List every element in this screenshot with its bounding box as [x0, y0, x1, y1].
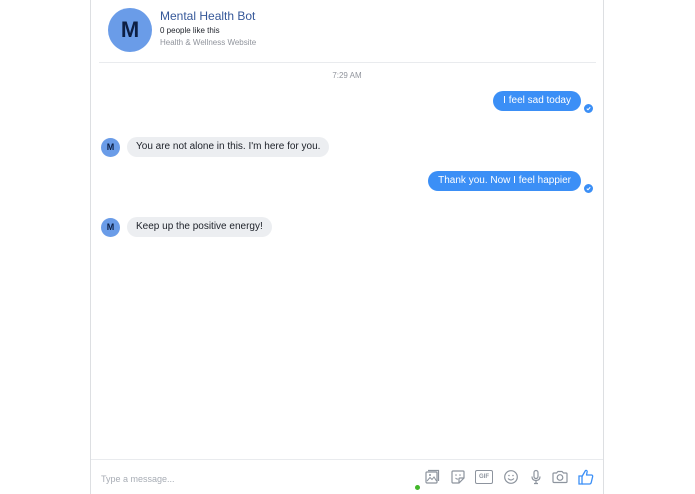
gif-icon[interactable]: GIF — [475, 468, 493, 486]
seen-check-icon — [584, 184, 593, 193]
gif-label: GIF — [475, 470, 493, 484]
page-category: Health & Wellness Website — [160, 38, 257, 47]
conversation-header: M Mental Health Bot 0 people like this H… — [99, 0, 596, 63]
page-avatar[interactable]: M — [108, 8, 152, 52]
outgoing-message[interactable]: Thank you. Now I feel happier — [428, 171, 581, 191]
messenger-window: M Mental Health Bot 0 people like this H… — [90, 0, 604, 494]
sticker-icon[interactable] — [449, 468, 467, 486]
message-input[interactable] — [99, 470, 403, 488]
bot-avatar[interactable]: M — [101, 138, 120, 157]
photo-icon[interactable] — [423, 468, 441, 486]
conversation-timestamp: 7:29 AM — [332, 71, 362, 80]
seen-check-icon — [584, 104, 593, 113]
thumbs-up-icon[interactable] — [577, 468, 595, 486]
outgoing-message[interactable]: I feel sad today — [493, 91, 581, 111]
page-name[interactable]: Mental Health Bot — [160, 9, 255, 23]
incoming-message[interactable]: You are not alone in this. I'm here for … — [127, 137, 330, 157]
incoming-message[interactable]: Keep up the positive energy! — [127, 217, 272, 237]
microphone-icon[interactable] — [527, 468, 545, 486]
online-status-dot — [415, 485, 420, 490]
camera-icon[interactable] — [551, 468, 569, 486]
page-likes: 0 people like this — [160, 26, 220, 35]
bot-avatar[interactable]: M — [101, 218, 120, 237]
emoji-icon[interactable] — [502, 468, 520, 486]
message-composer: GIF — [91, 459, 603, 494]
